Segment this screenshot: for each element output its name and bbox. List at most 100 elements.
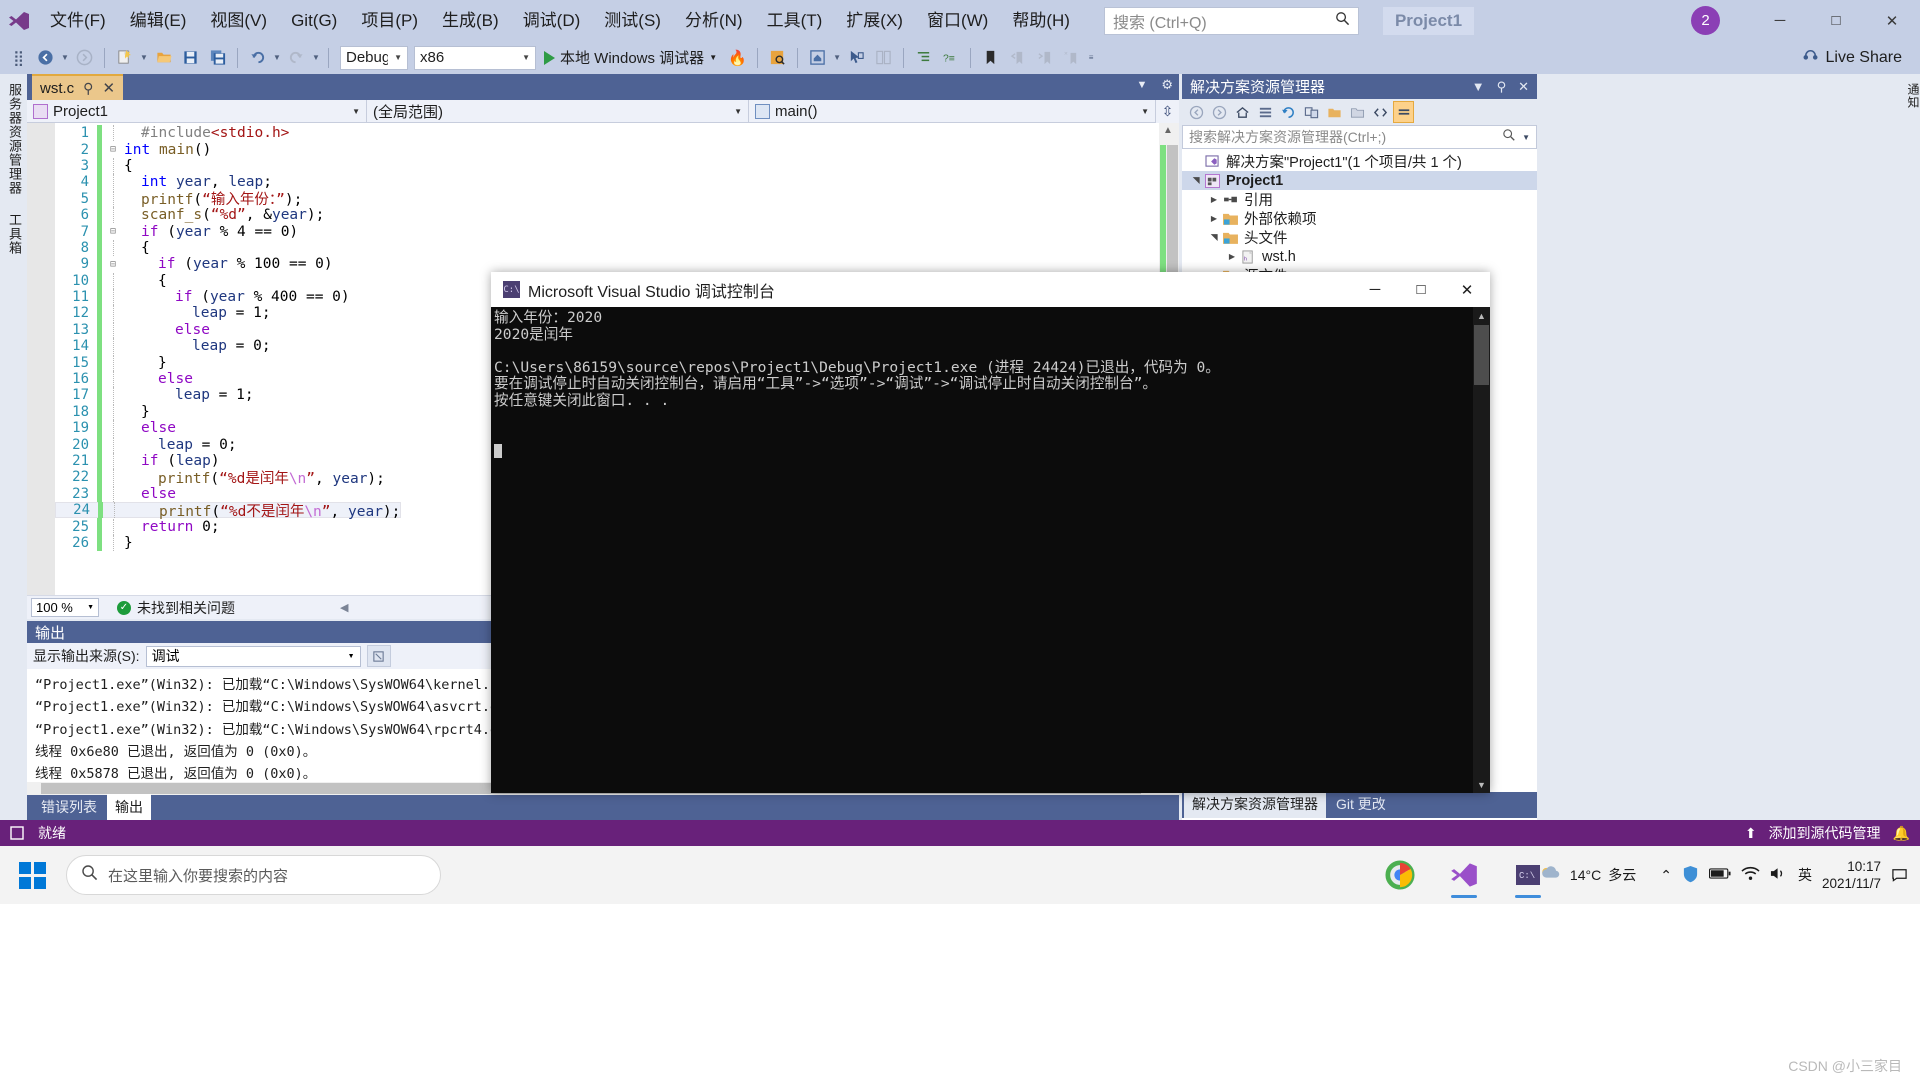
start-debugging-button[interactable]: 本地 Windows 调试器 ▼ (538, 47, 723, 68)
save-all-icon[interactable] (205, 45, 230, 71)
menu-build[interactable]: 生成(B) (430, 7, 511, 35)
sidebar-tab-toolbox[interactable]: 工具箱 (0, 204, 29, 264)
nav-forward-icon[interactable] (1209, 101, 1230, 123)
sidebar-tab-server-explorer[interactable]: 服务器资源管理器 (0, 74, 29, 204)
code-line[interactable]: 2 ⊟ int main() (55, 141, 401, 158)
menu-git[interactable]: Git(G) (279, 7, 349, 35)
code-line[interactable]: 10 { (55, 272, 401, 289)
indent-icon[interactable] (911, 45, 936, 71)
menu-test[interactable]: 测试(S) (592, 7, 673, 35)
fold-collapse-icon[interactable]: ⊟ (106, 226, 120, 237)
home-caret-icon[interactable]: ▼ (832, 53, 842, 62)
code-line[interactable]: 15} (55, 354, 401, 371)
refresh-icon[interactable] (1278, 101, 1299, 123)
minimize-button[interactable]: ─ (1752, 0, 1808, 41)
tree-expander-icon[interactable]: ▶ (1224, 252, 1240, 261)
code-line[interactable]: 18} (55, 403, 401, 421)
menu-analyze[interactable]: 分析(N) (673, 7, 755, 35)
menu-help[interactable]: 帮助(H) (1000, 7, 1082, 35)
menu-extensions[interactable]: 扩展(X) (834, 7, 915, 35)
chrome-taskbar-icon[interactable] (1375, 850, 1425, 900)
menu-window[interactable]: 窗口(W) (915, 7, 1000, 35)
console-title-bar[interactable]: C:\ Microsoft Visual Studio 调试控制台 ─ □ ✕ (491, 272, 1490, 307)
code-line[interactable]: 22 printf(“%d是闰年\n”, year); (55, 469, 401, 487)
console-scrollbar[interactable]: ▲ ▼ (1473, 307, 1490, 793)
close-button[interactable]: ✕ (1864, 0, 1920, 41)
tree-item[interactable]: ▶ h wst.h (1182, 247, 1537, 266)
menu-file[interactable]: 文件(F) (38, 7, 118, 35)
configuration-combobox[interactable]: Debug ▼ (340, 45, 408, 70)
taskbar-clock[interactable]: 10:17 2021/11/7 (1822, 858, 1881, 892)
code-line[interactable]: 8{ (55, 239, 401, 257)
clear-output-icon[interactable] (366, 645, 391, 667)
live-share-button[interactable]: Live Share (1802, 47, 1902, 69)
tree-expander-icon[interactable]: ▶ (1206, 214, 1222, 223)
undo-caret-icon[interactable]: ▼ (272, 53, 282, 62)
pin-icon[interactable]: ⚲ (83, 80, 93, 97)
platform-combobox[interactable]: x86 ▼ (414, 45, 536, 70)
tree-item[interactable]: ▶ 引用 (1182, 190, 1537, 209)
dock-tab[interactable]: 解决方案资源管理器 (1184, 790, 1326, 818)
scroll-up-icon[interactable]: ▲ (1163, 125, 1173, 136)
console-maximize-button[interactable]: □ (1398, 272, 1444, 307)
close-icon[interactable]: ✕ (102, 79, 115, 97)
zoom-combobox[interactable]: 100 % ▼ (31, 598, 99, 617)
new-file-icon[interactable] (112, 45, 137, 71)
home-icon[interactable] (1232, 101, 1253, 123)
windows-start-icon[interactable] (8, 855, 56, 895)
code-view-icon[interactable] (1370, 101, 1391, 123)
battery-icon[interactable] (1708, 867, 1731, 883)
code-line[interactable]: 14 leap = 0; (55, 338, 401, 355)
global-search-input[interactable]: 搜索 (Ctrl+Q) (1103, 6, 1359, 35)
tree-expander-icon[interactable]: ◢ (1209, 230, 1220, 246)
menu-edit[interactable]: 编辑(E) (118, 7, 199, 35)
code-line[interactable]: 26} (55, 534, 401, 552)
show-all-files-icon[interactable] (1324, 101, 1345, 123)
console-minimize-button[interactable]: ─ (1352, 272, 1398, 307)
wifi-icon[interactable] (1741, 866, 1760, 884)
navigate-back-icon[interactable] (33, 45, 58, 71)
pointer-icon[interactable] (844, 45, 869, 71)
bookmark-icon[interactable] (978, 45, 1003, 71)
close-icon[interactable]: ✕ (1518, 79, 1529, 95)
console-close-button[interactable]: ✕ (1444, 272, 1490, 307)
scrollbar-thumb[interactable] (1474, 325, 1489, 385)
code-line[interactable]: 17 leap = 1; (55, 387, 401, 404)
toolbar-overflow-icon[interactable]: ≡ (1086, 53, 1096, 62)
tree-expander-icon[interactable]: ▶ (1206, 195, 1222, 204)
navbar-scope-combobox[interactable]: (全局范围) ▼ (367, 99, 749, 123)
navbar-project-combobox[interactable]: Project1 ▼ (27, 99, 367, 123)
volume-icon[interactable] (1770, 866, 1788, 884)
nav-back-icon[interactable] (1186, 101, 1207, 123)
ime-icon[interactable]: 英 (1798, 865, 1812, 885)
scroll-up-icon[interactable]: ▲ (1473, 307, 1490, 324)
code-line[interactable]: 16 else (55, 370, 401, 388)
chevron-left-icon[interactable]: ◀ (340, 601, 348, 614)
tree-item[interactable]: 解决方案"Project1"(1 个项目/共 1 个) (1182, 152, 1537, 171)
code-line[interactable]: 3{ (55, 157, 401, 175)
panel-tab-inactive[interactable]: 错误列表 (33, 794, 105, 820)
save-icon[interactable] (178, 45, 203, 71)
scroll-down-icon[interactable]: ▼ (1473, 776, 1490, 793)
properties-icon[interactable] (1393, 101, 1414, 123)
weather-widget[interactable]: 14°C 多云 (1539, 863, 1636, 888)
code-line[interactable]: 6 scanf_s(“%d”, &year); (55, 206, 401, 224)
new-folder-icon[interactable] (1347, 101, 1368, 123)
tree-item[interactable]: ◢ Project1 (1182, 171, 1537, 190)
tree-item[interactable]: ◢ 头文件 (1182, 228, 1537, 247)
code-line[interactable]: 24 printf(“%d不是闰年\n”, year); (55, 501, 402, 520)
open-folder-icon[interactable] (151, 45, 176, 71)
hot-reload-icon[interactable]: 🔥 (725, 45, 750, 71)
menu-tools[interactable]: 工具(T) (755, 7, 835, 35)
gear-icon[interactable]: ⚙ (1161, 77, 1173, 93)
code-line[interactable]: 11 if (year % 400 == 0) (55, 288, 401, 306)
maximize-button[interactable]: □ (1808, 0, 1864, 41)
navigate-back-caret-icon[interactable]: ▼ (60, 53, 70, 62)
panel-tab-active[interactable]: 输出 (107, 794, 151, 820)
chevron-down-icon[interactable]: ▼ (1522, 133, 1530, 142)
chevron-up-icon[interactable]: ⬆ (1745, 825, 1757, 842)
menu-view[interactable]: 视图(V) (198, 7, 279, 35)
visual-studio-taskbar-icon[interactable] (1439, 850, 1489, 900)
account-badge[interactable]: 2 (1691, 6, 1720, 35)
navbar-member-combobox[interactable]: main() ▼ (749, 99, 1156, 123)
